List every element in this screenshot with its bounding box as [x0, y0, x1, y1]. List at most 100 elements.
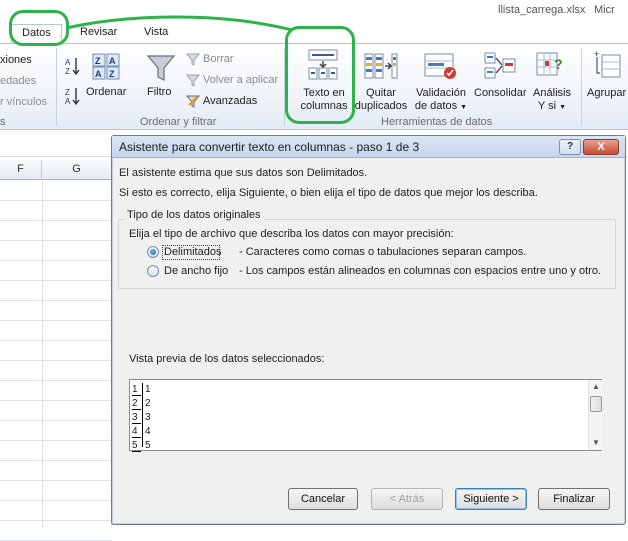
data-validation-icon[interactable]	[424, 51, 458, 84]
question-mark-glyph: ?	[554, 56, 563, 72]
svg-text:Z: Z	[95, 56, 101, 66]
preview-row-number: 5	[132, 440, 138, 451]
finish-button[interactable]: Finalizar	[538, 488, 610, 510]
remove-duplicates-line1[interactable]: Quitar	[354, 87, 408, 99]
remove-duplicates-line2[interactable]: duplicados	[352, 100, 410, 112]
group-label-data-tools: Herramientas de datos	[381, 116, 493, 128]
dialog-line-1: El asistente estima que sus datos son De…	[119, 167, 368, 179]
data-validation-line1[interactable]: Validación	[410, 87, 472, 99]
what-if-line2[interactable]: Y si ▼	[530, 100, 574, 114]
radio-delimitados[interactable]	[147, 246, 159, 258]
grid-line	[0, 520, 112, 521]
sort-za-a-glyph: A	[65, 97, 71, 106]
option-ancho-fijo-label[interactable]: De ancho fijo	[164, 265, 228, 277]
preview-row-number: 2	[132, 398, 138, 409]
grid-line	[0, 460, 112, 461]
data-type-prompt: Elija el tipo de archivo que describa lo…	[129, 228, 454, 240]
dialog-titlebar[interactable]: Asistente para convertir texto en column…	[112, 136, 625, 158]
remove-duplicates-icon[interactable]	[364, 51, 398, 84]
ribbon-partial-properties: edades	[0, 75, 37, 87]
preview-row-number: 4	[132, 426, 138, 437]
grid-line	[0, 200, 112, 201]
group-outline-label[interactable]: Agrupar	[587, 87, 626, 99]
option-ancho-fijo-desc: - Los campos están alineados en columnas…	[239, 265, 601, 277]
sort-button-label[interactable]: Ordenar	[86, 86, 126, 98]
next-button[interactable]: Siguiente >	[455, 488, 527, 510]
filter-button-label[interactable]: Filtro	[147, 86, 171, 98]
reapply-filter-label: Volver a aplicar	[203, 74, 279, 86]
group-separator	[56, 48, 57, 126]
grid-line	[0, 480, 112, 481]
preview-row-underline	[132, 451, 141, 452]
grid-line	[0, 380, 112, 381]
column-header-f[interactable]: F	[0, 160, 42, 180]
group-label-sort-filter: Ordenar y filtrar	[140, 116, 217, 128]
scroll-down-icon[interactable]: ▼	[592, 438, 600, 447]
dialog-line-2: Si esto es correcto, elija Siguiente, o …	[119, 187, 538, 199]
chevron-down-icon: ▼	[559, 104, 567, 111]
grid-line	[0, 440, 112, 441]
grid-line	[0, 300, 112, 301]
window-title: llista_carrega.xlsx	[498, 4, 586, 16]
filter-funnel-icon[interactable]	[146, 53, 176, 86]
data-validation-line2-text: de datos	[414, 100, 458, 112]
svg-text:A: A	[109, 56, 116, 66]
grid-line	[0, 260, 112, 261]
what-if-line2-text: Y si	[537, 100, 557, 112]
highlight-text-to-columns	[285, 26, 355, 124]
advanced-filter-label[interactable]: Avanzadas	[203, 95, 257, 107]
preview-row-underline	[132, 437, 141, 438]
reapply-filter-icon	[185, 73, 201, 90]
grid-line	[0, 320, 112, 321]
data-type-group-title: Tipo de los datos originales	[124, 209, 264, 221]
window-title-app: Micr	[594, 4, 615, 16]
preview-row-value: 1	[145, 384, 151, 395]
grid-line	[0, 500, 112, 501]
back-button[interactable]: < Atrás	[371, 488, 443, 510]
sort-az-z-glyph: Z	[65, 67, 70, 76]
preview-column-rule	[142, 383, 143, 447]
clear-filter-label: Borrar	[203, 53, 234, 65]
consolidate-icon[interactable]	[484, 51, 516, 84]
advanced-filter-icon[interactable]	[185, 94, 201, 111]
highlight-connector-line	[65, 15, 293, 32]
sort-za-icon[interactable]: Z A	[63, 86, 83, 109]
help-button[interactable]: ?	[559, 139, 581, 155]
grid-line	[42, 180, 43, 528]
consolidate-label[interactable]: Consolidar	[474, 87, 527, 99]
column-header-g[interactable]: G	[42, 160, 112, 180]
group-outline-icon[interactable]: +	[594, 49, 624, 84]
grid-line	[0, 220, 112, 221]
grid-line	[0, 240, 112, 241]
cancel-button[interactable]: Cancelar	[288, 488, 358, 510]
group-separator	[581, 48, 582, 126]
data-preview[interactable]: 1122334455 ▲ ▼	[129, 379, 602, 452]
ribbon-partial-connections[interactable]: xiones	[0, 54, 32, 66]
close-button[interactable]: X	[583, 139, 619, 155]
preview-row-value: 2	[145, 398, 151, 409]
grid-line	[0, 360, 112, 361]
preview-row-number: 3	[132, 412, 138, 423]
radio-ancho-fijo[interactable]	[147, 265, 159, 277]
grid-line	[0, 400, 112, 401]
preview-row-underline	[132, 423, 141, 424]
sort-az-icon[interactable]: A Z	[63, 56, 83, 79]
group-label-partial: s	[0, 116, 6, 128]
svg-text:A: A	[95, 69, 102, 79]
data-validation-line2[interactable]: de datos ▼	[410, 100, 472, 114]
dialog-title: Asistente para convertir texto en column…	[119, 140, 420, 154]
scroll-thumb[interactable]	[590, 396, 602, 412]
plus-glyph: +	[594, 51, 599, 59]
sort-dialog-icon[interactable]: Z A A Z	[92, 53, 122, 84]
text-to-columns-dialog: Asistente para convertir texto en column…	[111, 135, 626, 525]
what-if-analysis-icon[interactable]: ?	[536, 49, 566, 86]
sort-za-z-glyph: Z	[65, 88, 70, 97]
option-delimitados-label[interactable]: Delimitados	[164, 246, 221, 258]
option-delimitados-desc: - Caracteres como comas o tabulaciones s…	[239, 246, 527, 258]
scroll-up-icon[interactable]: ▲	[592, 382, 600, 391]
grid-line	[0, 340, 112, 341]
preview-scrollbar[interactable]: ▲ ▼	[588, 380, 602, 450]
grid-line	[0, 280, 112, 281]
preview-row-underline	[132, 395, 141, 396]
what-if-line1[interactable]: Análisis	[530, 87, 574, 99]
